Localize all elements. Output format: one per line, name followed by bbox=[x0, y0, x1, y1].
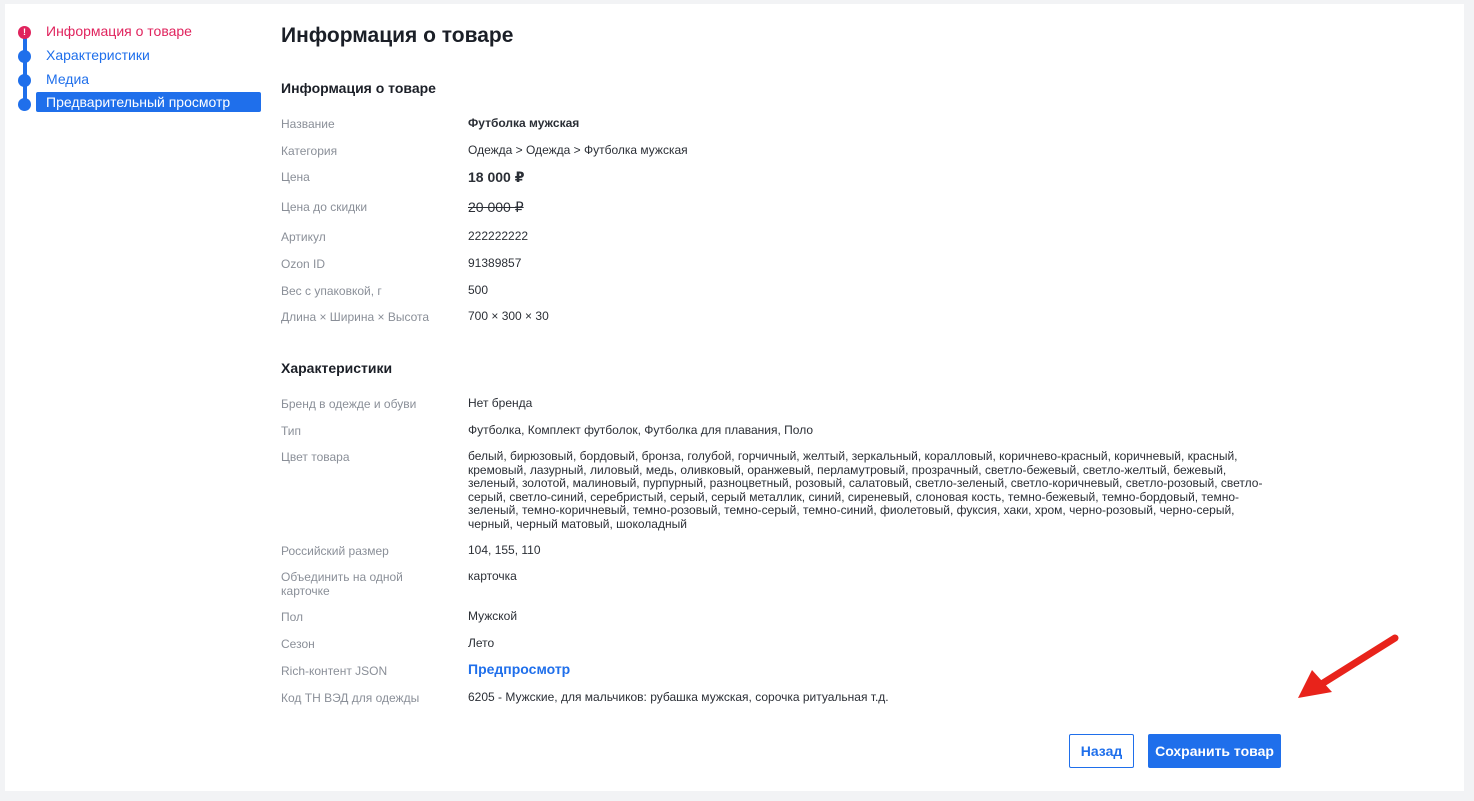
field-label: Ozon ID bbox=[281, 257, 326, 271]
field-value: 91389857 bbox=[468, 256, 522, 270]
field-value: Футболка, Комплект футболок, Футболка дл… bbox=[468, 423, 813, 437]
field-value: Футболка мужская bbox=[468, 116, 580, 130]
field-value: 222222222 bbox=[468, 229, 529, 243]
field-label: Сезон bbox=[281, 637, 315, 651]
field-label: Код ТН ВЭД для одежды bbox=[281, 691, 420, 705]
step-label: Характеристики bbox=[46, 47, 150, 63]
step-label: Информация о товаре bbox=[46, 23, 192, 39]
field-value: Мужской bbox=[468, 609, 518, 623]
field-value: карточка bbox=[468, 569, 517, 583]
field-value: Одежда > Одежда > Футболка мужская bbox=[468, 143, 688, 157]
color-list-value: белый, бирюзовый, бордовый, бронза, голу… bbox=[468, 449, 1263, 531]
field-label: Пол bbox=[281, 610, 304, 624]
field-value: 6205 - Мужские, для мальчиков: рубашка м… bbox=[468, 690, 889, 704]
field-label: Цена bbox=[281, 170, 310, 184]
step-dot-icon bbox=[18, 50, 31, 63]
step-media[interactable]: Медиа bbox=[10, 70, 270, 90]
field-label: Категория bbox=[281, 144, 338, 158]
step-product-info[interactable]: ! Информация о товаре bbox=[10, 22, 270, 42]
page-title: Информация о товаре bbox=[281, 24, 514, 47]
field-label: Российский размер bbox=[281, 544, 389, 558]
error-icon: ! bbox=[18, 26, 31, 39]
section-title-specs: Характеристики bbox=[281, 360, 393, 376]
field-label: Бренд в одежде и обуви bbox=[281, 397, 417, 411]
field-label: Название bbox=[281, 117, 335, 131]
field-label: Длина × Ширина × Высота bbox=[281, 310, 430, 324]
back-button[interactable]: Назад bbox=[1069, 734, 1134, 768]
field-label: Цвет товара bbox=[281, 450, 350, 464]
field-value: 500 bbox=[468, 283, 489, 297]
step-preview[interactable]: Предварительный просмотр bbox=[10, 92, 270, 114]
price-value: 18 000 ₽ bbox=[468, 169, 525, 185]
annotation-arrow-icon bbox=[1298, 634, 1399, 698]
field-value: Лето bbox=[468, 636, 495, 650]
step-label: Предварительный просмотр bbox=[36, 92, 261, 112]
old-price-value: 20 000 ₽ bbox=[468, 199, 524, 215]
section-title-info: Информация о товаре bbox=[281, 80, 436, 96]
field-value: 104, 155, 110 bbox=[468, 543, 541, 557]
rich-content-preview-link[interactable]: Предпросмотр bbox=[468, 662, 1280, 677]
step-dot-icon bbox=[18, 98, 31, 111]
field-label: Артикул bbox=[281, 230, 326, 244]
field-label: Цена до скидки bbox=[281, 200, 368, 214]
field-label: Тип bbox=[281, 424, 302, 438]
field-label: Rich-контент JSON bbox=[281, 664, 388, 678]
field-value: 700 × 300 × 30 bbox=[468, 309, 549, 323]
step-dot-icon bbox=[18, 74, 31, 87]
field-value: Нет бренда bbox=[468, 396, 533, 410]
step-characteristics[interactable]: Характеристики bbox=[10, 46, 270, 66]
save-product-button[interactable]: Сохранить товар bbox=[1148, 734, 1281, 768]
step-label: Медиа bbox=[46, 71, 90, 87]
field-label: Вес с упаковкой, г bbox=[281, 284, 382, 298]
field-label: Объединить на одной карточке bbox=[281, 570, 403, 598]
